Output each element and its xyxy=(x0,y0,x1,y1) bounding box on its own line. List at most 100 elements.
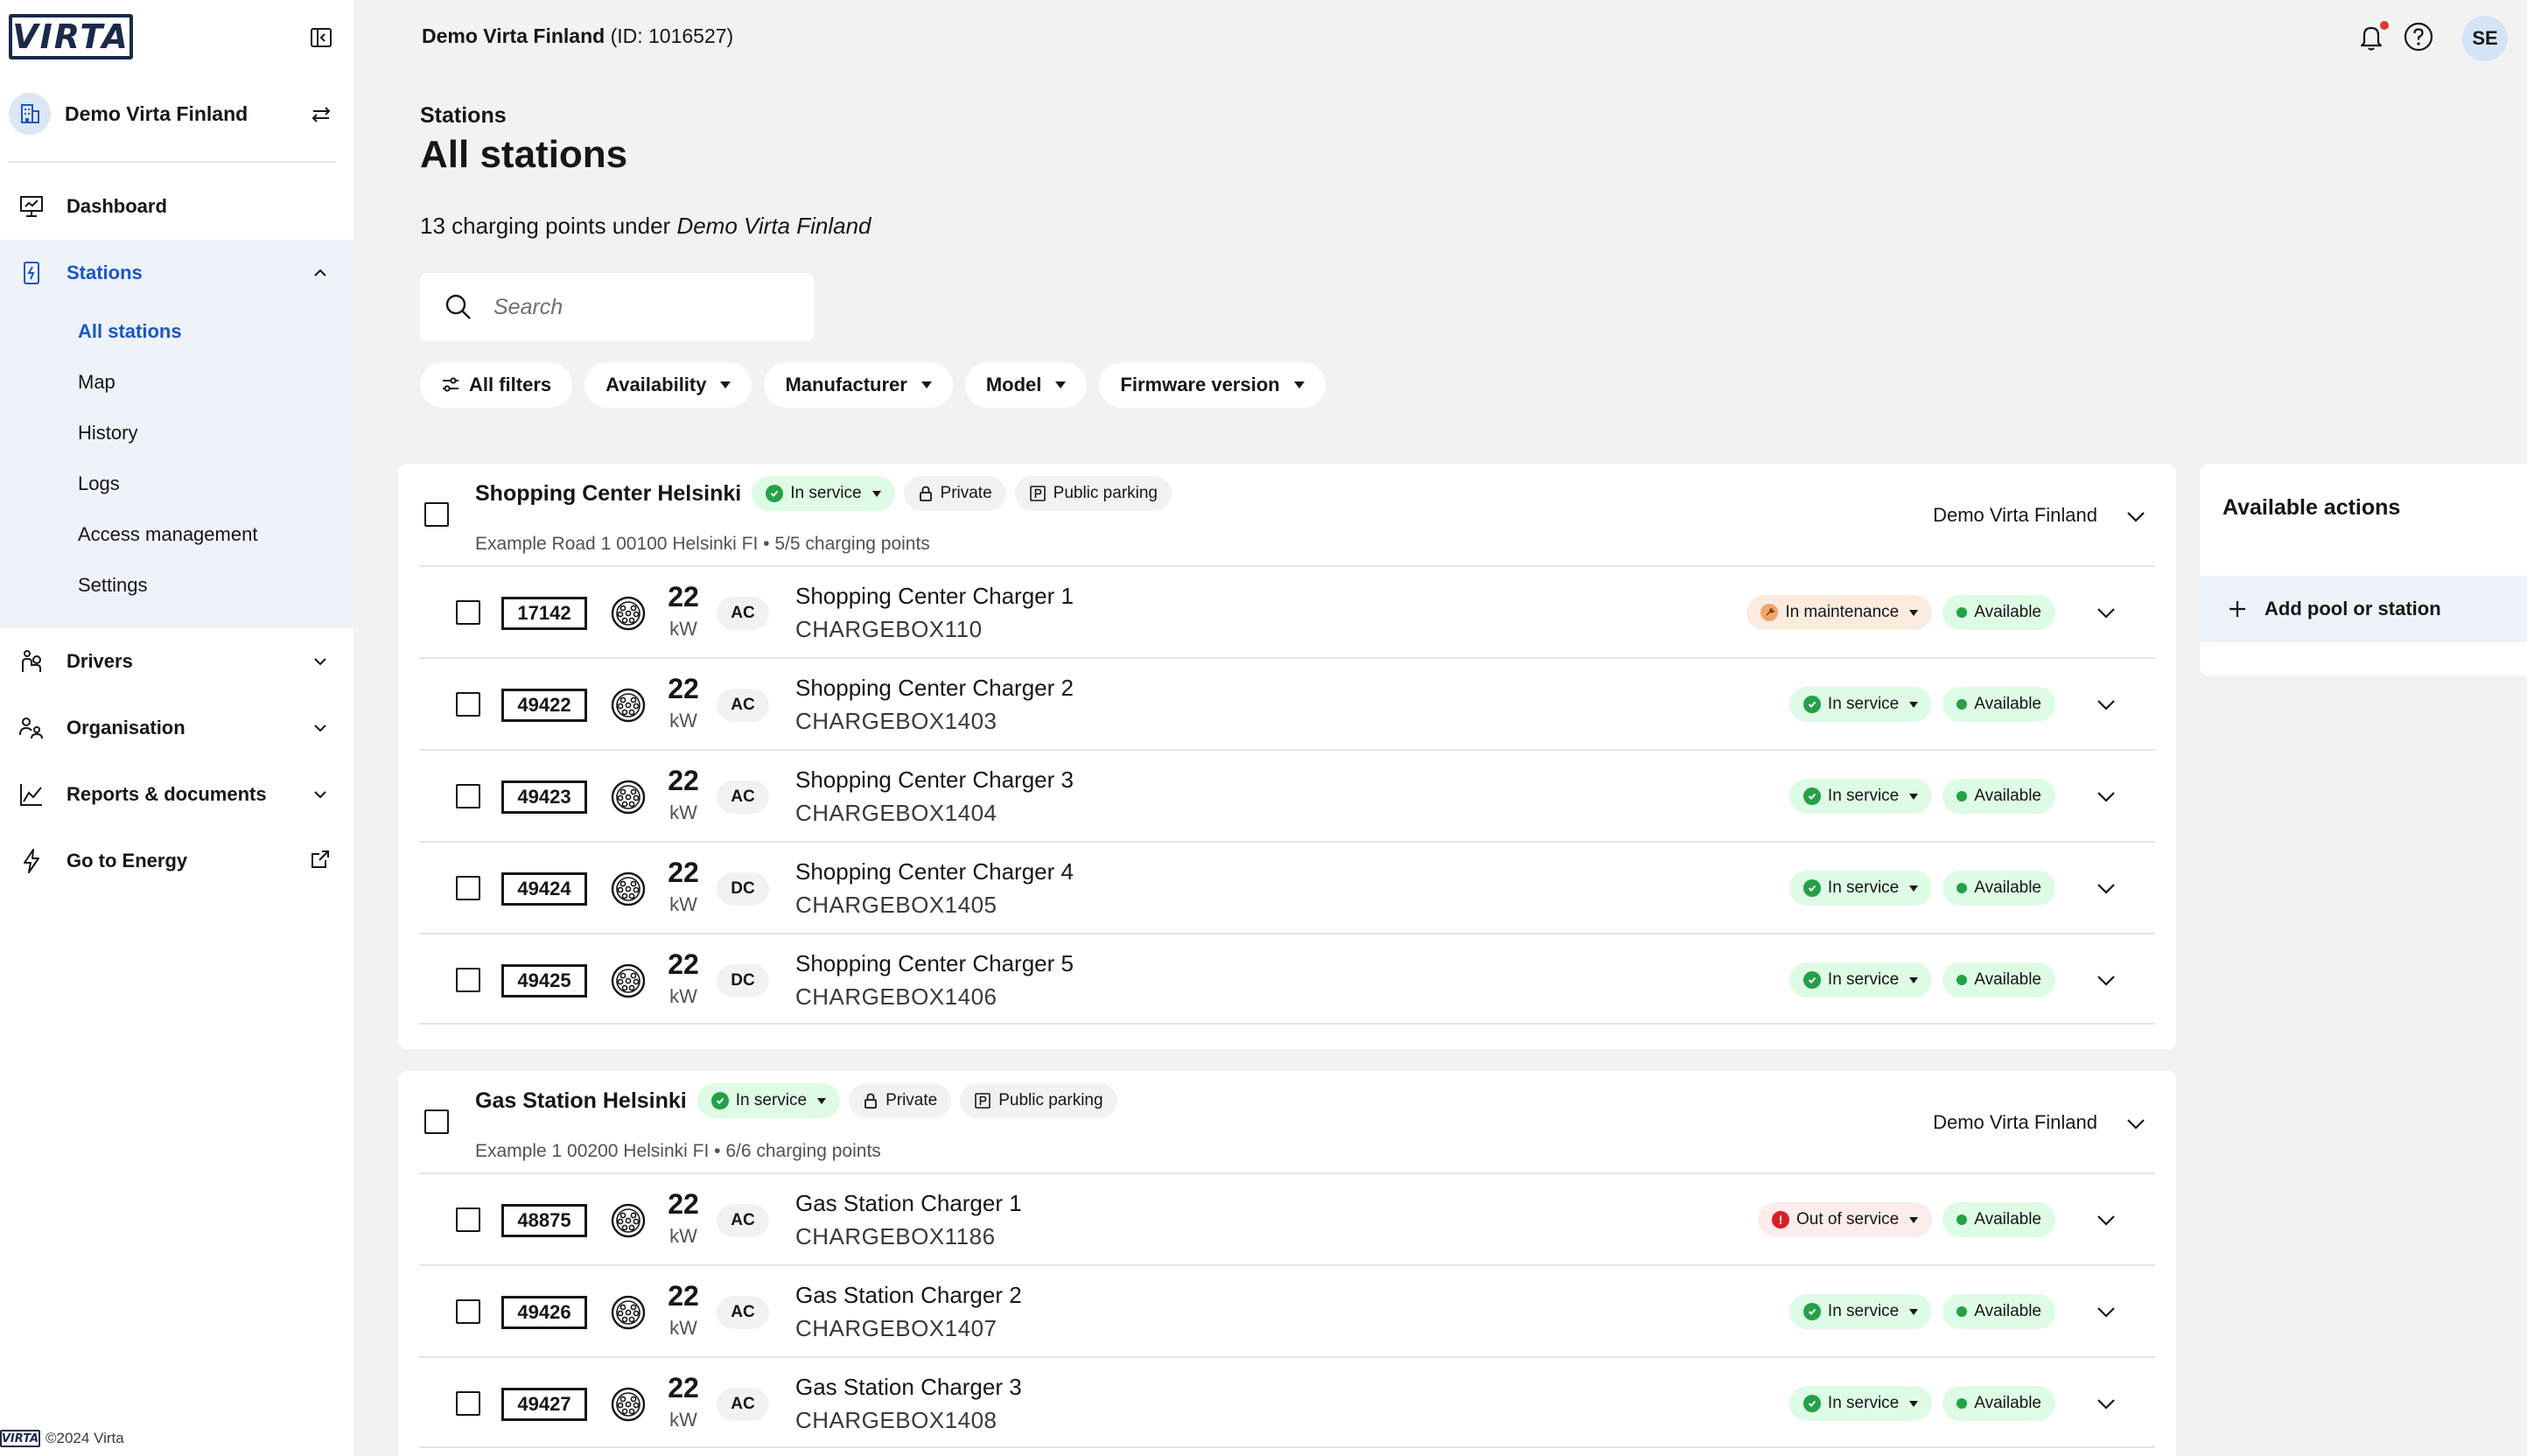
model-filter[interactable]: Model xyxy=(964,362,1088,408)
nav-organisation[interactable]: Organisation xyxy=(0,695,354,761)
collapse-sidebar-icon[interactable] xyxy=(308,24,334,51)
pool-access-label: Private xyxy=(940,484,992,502)
chevron-down-icon[interactable] xyxy=(2122,502,2150,530)
chevron-down-icon[interactable] xyxy=(2092,598,2120,626)
pool-checkbox[interactable] xyxy=(424,1110,449,1134)
available-dot-icon xyxy=(1956,975,1968,985)
virta-logo[interactable]: VIRTA xyxy=(9,14,133,60)
operational-status-dropdown[interactable]: ! Out of service xyxy=(1758,1202,1933,1237)
charging-point-list: 17142 22 kW AC Shopping Center Charger 1… xyxy=(398,565,2176,1049)
charging-point-row[interactable]: 17142 22 kW AC Shopping Center Charger 1… xyxy=(419,565,2155,657)
charging-point-row[interactable]: 49425 22 kW DC Shopping Center Charger 5… xyxy=(419,933,2155,1025)
charging-point-row[interactable]: 49427 22 kW AC Gas Station Charger 3 CHA… xyxy=(419,1356,2155,1448)
subnav-settings[interactable]: Settings xyxy=(0,560,354,611)
all-filters-button[interactable]: All filters xyxy=(420,362,573,408)
sidebar-footer: VIRTA ©2024 Virta xyxy=(0,1430,124,1447)
current-type-badge: AC xyxy=(717,780,769,814)
charging-point-name[interactable]: Shopping Center Charger 2 xyxy=(795,675,1074,702)
subnav-map[interactable]: Map xyxy=(0,357,354,408)
operational-status-dropdown[interactable]: In service xyxy=(1788,1386,1933,1421)
charging-point-checkbox[interactable] xyxy=(456,1208,480,1232)
charging-point-row[interactable]: 49424 22 kW DC Shopping Center Charger 4… xyxy=(419,841,2155,933)
charging-point-name[interactable]: Shopping Center Charger 3 xyxy=(795,766,1074,794)
pool-status-label: In service xyxy=(790,484,862,502)
availability-badge: Available xyxy=(1942,1202,2055,1237)
subnav-access-management[interactable]: Access management xyxy=(0,509,354,560)
chevron-down-icon xyxy=(310,651,331,672)
charging-point-checkbox[interactable] xyxy=(456,1391,480,1416)
charging-point-checkbox[interactable] xyxy=(456,600,480,625)
operational-status-dropdown[interactable]: In service xyxy=(1788,962,1933,998)
pool-name[interactable]: Gas Station Helsinki xyxy=(475,1088,687,1114)
pool-address: Example 1 00200 Helsinki FI • 6/6 chargi… xyxy=(475,1141,881,1161)
chevron-down-icon[interactable] xyxy=(2092,690,2120,718)
nav-label-organisation: Organisation xyxy=(66,717,186,738)
charging-point-row[interactable]: 48875 22 kW AC Gas Station Charger 1 CHA… xyxy=(419,1172,2155,1264)
charging-point-id: 48875 xyxy=(501,1204,587,1237)
subnav-logs[interactable]: Logs xyxy=(0,458,354,509)
availability-badge: Available xyxy=(1942,871,2055,906)
subnav-history[interactable]: History xyxy=(0,408,354,458)
org-switcher[interactable]: Demo Virta Finland xyxy=(9,91,345,136)
subnav-all-stations[interactable]: All stations xyxy=(0,306,354,357)
type2-connector-icon xyxy=(610,1386,647,1423)
charging-point-name[interactable]: Gas Station Charger 2 xyxy=(795,1282,1022,1309)
plus-icon xyxy=(2226,598,2249,620)
org-name: Demo Virta Finland xyxy=(65,102,248,125)
availability-filter[interactable]: Availability xyxy=(584,362,752,408)
operational-status-dropdown[interactable]: In service xyxy=(1788,687,1933,722)
pool-status-dropdown[interactable]: In service xyxy=(752,476,895,511)
operational-status-label: In maintenance xyxy=(1785,603,1900,621)
pool-name[interactable]: Shopping Center Helsinki xyxy=(475,481,741,507)
breadcrumb: Stations xyxy=(420,103,507,128)
charging-point-checkbox[interactable] xyxy=(456,876,480,900)
operational-status-dropdown[interactable]: In service xyxy=(1788,1294,1933,1329)
notification-bell-icon[interactable] xyxy=(2354,19,2389,54)
operational-status-dropdown[interactable]: In service xyxy=(1788,871,1933,906)
user-avatar[interactable]: SE xyxy=(2462,16,2508,61)
type2-connector-icon xyxy=(610,779,647,816)
operational-status-dropdown[interactable]: In maintenance xyxy=(1746,595,1933,630)
charging-point-name[interactable]: Gas Station Charger 3 xyxy=(795,1374,1022,1401)
pool-checkbox[interactable] xyxy=(424,502,449,527)
chevron-down-icon[interactable] xyxy=(2122,1110,2150,1138)
charging-point-name[interactable]: Gas Station Charger 1 xyxy=(795,1190,1022,1217)
operational-status-dropdown[interactable]: In service xyxy=(1788,779,1933,814)
chevron-down-icon[interactable] xyxy=(2092,782,2120,810)
charging-point-checkbox[interactable] xyxy=(456,692,480,717)
charging-point-row[interactable]: 49422 22 kW AC Shopping Center Charger 2… xyxy=(419,657,2155,749)
charging-point-row[interactable]: 49426 22 kW AC Gas Station Charger 2 CHA… xyxy=(419,1264,2155,1356)
nav-go-to-energy[interactable]: Go to Energy xyxy=(0,828,354,894)
power-unit: kW xyxy=(669,985,697,1007)
search-input[interactable] xyxy=(494,294,791,320)
pool-status-dropdown[interactable]: In service xyxy=(696,1083,841,1118)
nav-dashboard[interactable]: Dashboard xyxy=(0,173,354,240)
availability-badge: Available xyxy=(1942,1386,2055,1421)
chevron-down-icon[interactable] xyxy=(2092,874,2120,902)
caret-down-icon xyxy=(1055,382,1067,388)
charging-point-name[interactable]: Shopping Center Charger 5 xyxy=(795,950,1074,977)
manufacturer-filter[interactable]: Manufacturer xyxy=(764,362,953,408)
help-icon[interactable] xyxy=(2401,19,2436,54)
chevron-down-icon[interactable] xyxy=(2092,1298,2120,1326)
caret-down-icon xyxy=(920,382,932,388)
charging-point-checkbox[interactable] xyxy=(456,784,480,808)
charging-point-name[interactable]: Shopping Center Charger 1 xyxy=(795,583,1074,610)
nav-reports[interactable]: Reports & documents xyxy=(0,761,354,828)
error-icon: ! xyxy=(1772,1211,1790,1228)
footer-logo: VIRTA xyxy=(0,1430,40,1447)
charging-point-row[interactable]: 49423 22 kW AC Shopping Center Charger 3… xyxy=(419,749,2155,841)
add-pool-or-station-button[interactable]: Add pool or station xyxy=(2200,576,2527,642)
chevron-down-icon[interactable] xyxy=(2092,966,2120,994)
charging-point-name[interactable]: Shopping Center Charger 4 xyxy=(795,858,1074,886)
switch-org-icon[interactable] xyxy=(308,102,334,128)
chevron-down-icon[interactable] xyxy=(2092,1206,2120,1234)
firmware-filter[interactable]: Firmware version xyxy=(1099,362,1326,408)
charging-point-id: 49426 xyxy=(501,1296,587,1329)
charging-point-checkbox[interactable] xyxy=(456,1299,480,1324)
charging-point-checkbox[interactable] xyxy=(456,968,480,992)
add-pool-label: Add pool or station xyxy=(2264,598,2441,620)
nav-stations[interactable]: Stations xyxy=(0,240,354,306)
nav-drivers[interactable]: Drivers xyxy=(0,628,354,695)
chevron-down-icon[interactable] xyxy=(2092,1390,2120,1418)
